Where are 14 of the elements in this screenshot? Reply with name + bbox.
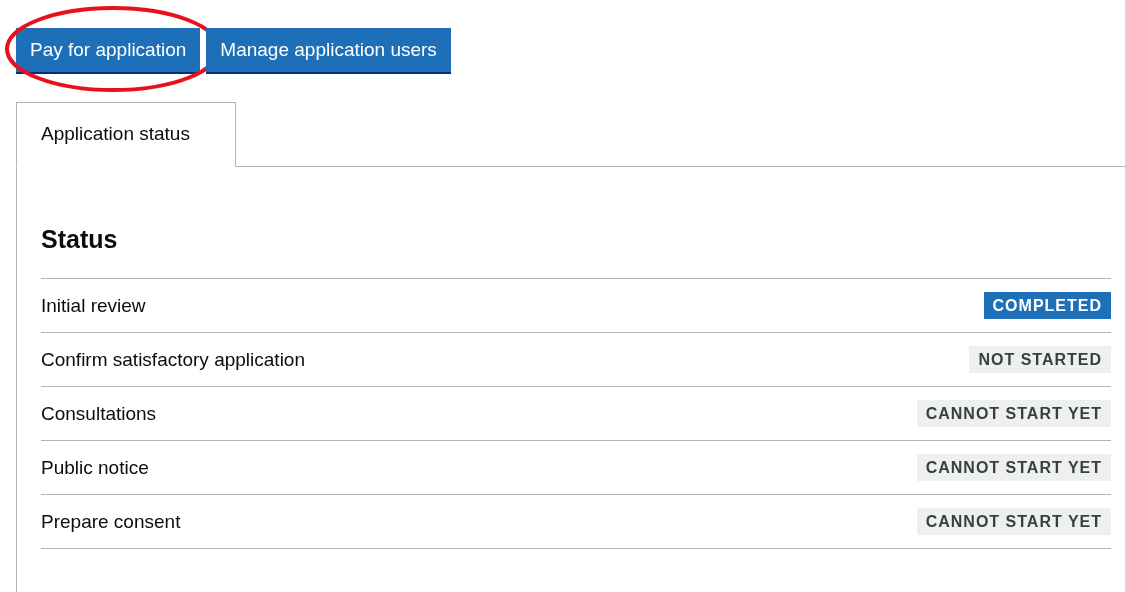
tab[interactable]: Application status: [16, 102, 236, 167]
task-name: Initial review: [41, 294, 146, 317]
status-tag: CANNOT START YET: [916, 454, 1111, 481]
action-button[interactable]: Pay for application: [16, 28, 201, 72]
task-name: Consultations: [41, 402, 157, 425]
status-tag: NOT STARTED: [969, 346, 1111, 373]
task-name: Public notice: [41, 456, 149, 479]
status-tag: CANNOT START YET: [916, 508, 1111, 535]
task-name: Confirm satisfactory application: [41, 348, 305, 371]
status-tag: COMPLETED: [983, 292, 1111, 319]
status-tag: CANNOT START YET: [916, 400, 1111, 427]
section-heading: Status: [41, 225, 119, 254]
task-name: Prepare consent: [41, 510, 181, 533]
action-button[interactable]: Manage application users: [206, 28, 451, 72]
